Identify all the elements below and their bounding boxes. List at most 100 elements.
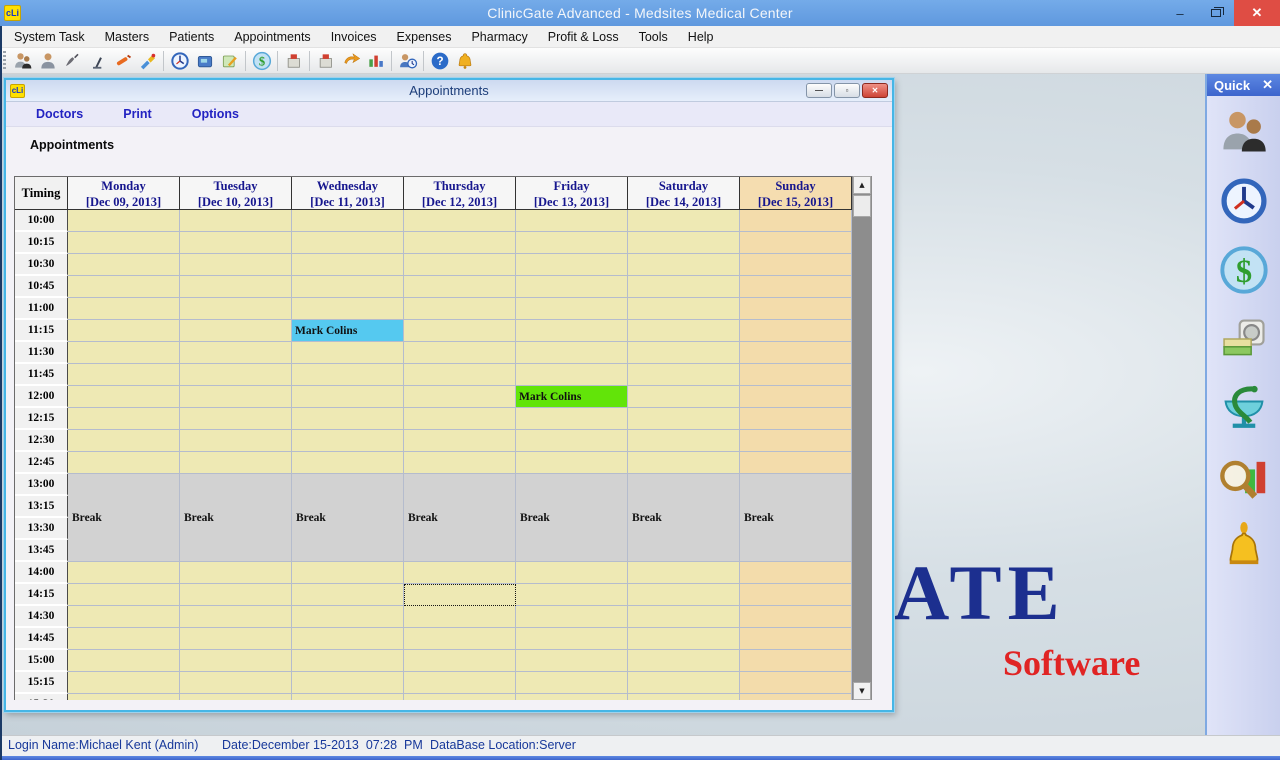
minimize-button[interactable]: – bbox=[1162, 0, 1198, 26]
time-slot-cell[interactable] bbox=[292, 276, 404, 298]
time-slot-cell[interactable] bbox=[628, 628, 740, 650]
time-slot-cell[interactable] bbox=[180, 276, 292, 298]
time-slot-cell[interactable] bbox=[516, 628, 628, 650]
quick-pharmacy-icon[interactable] bbox=[1216, 380, 1272, 436]
time-slot-cell[interactable] bbox=[516, 606, 628, 628]
billing-icon[interactable] bbox=[192, 49, 217, 72]
time-slot-cell[interactable] bbox=[292, 672, 404, 694]
time-slot-cell[interactable] bbox=[292, 298, 404, 320]
time-slot-cell[interactable] bbox=[404, 672, 516, 694]
quick-expenses-icon[interactable] bbox=[1216, 311, 1272, 367]
child-minimize-button[interactable]: — bbox=[806, 83, 832, 98]
time-slot-cell[interactable] bbox=[740, 298, 852, 320]
appts-menu-print[interactable]: Print bbox=[123, 107, 151, 121]
scroll-up-icon[interactable]: ▲ bbox=[853, 176, 871, 194]
restore-button[interactable] bbox=[1198, 0, 1234, 26]
time-slot-cell[interactable] bbox=[740, 650, 852, 672]
time-slot-cell[interactable] bbox=[740, 408, 852, 430]
time-slot-cell[interactable] bbox=[180, 364, 292, 386]
time-slot-cell[interactable] bbox=[628, 342, 740, 364]
time-slot-cell[interactable] bbox=[292, 232, 404, 254]
time-slot-cell[interactable] bbox=[292, 584, 404, 606]
time-slot-cell[interactable] bbox=[404, 386, 516, 408]
time-slot-cell[interactable] bbox=[180, 562, 292, 584]
time-slot-cell[interactable] bbox=[516, 430, 628, 452]
time-slot-cell[interactable] bbox=[404, 606, 516, 628]
menu-profit-loss[interactable]: Profit & Loss bbox=[538, 26, 629, 48]
time-slot-cell[interactable] bbox=[516, 210, 628, 232]
help-icon[interactable]: ? bbox=[427, 49, 452, 72]
doctor-icon[interactable] bbox=[35, 49, 60, 72]
time-slot-cell[interactable] bbox=[180, 232, 292, 254]
time-slot-cell[interactable] bbox=[628, 672, 740, 694]
time-slot-cell[interactable] bbox=[516, 452, 628, 474]
time-slot-cell[interactable] bbox=[68, 364, 180, 386]
time-slot-cell[interactable] bbox=[740, 254, 852, 276]
time-slot-cell[interactable] bbox=[516, 254, 628, 276]
time-slot-cell[interactable] bbox=[180, 210, 292, 232]
menu-patients[interactable]: Patients bbox=[159, 26, 224, 48]
stock-icon[interactable] bbox=[363, 49, 388, 72]
time-slot-cell[interactable] bbox=[740, 694, 852, 700]
time-slot-cell[interactable] bbox=[740, 562, 852, 584]
time-slot-cell[interactable] bbox=[516, 320, 628, 342]
time-slot-cell[interactable] bbox=[68, 298, 180, 320]
appointments-clock-icon[interactable] bbox=[167, 49, 192, 72]
expenses-icon[interactable] bbox=[281, 49, 306, 72]
time-slot-cell[interactable] bbox=[404, 320, 516, 342]
menu-expenses[interactable]: Expenses bbox=[387, 26, 462, 48]
time-slot-cell[interactable] bbox=[68, 276, 180, 298]
time-slot-cell[interactable] bbox=[740, 672, 852, 694]
time-slot-cell[interactable] bbox=[740, 276, 852, 298]
reminder-icon[interactable] bbox=[395, 49, 420, 72]
time-slot-cell[interactable] bbox=[628, 408, 740, 430]
time-slot-cell[interactable] bbox=[68, 672, 180, 694]
time-slot-cell[interactable] bbox=[516, 364, 628, 386]
child-close-button[interactable]: ✕ bbox=[862, 83, 888, 98]
time-slot-cell[interactable] bbox=[404, 452, 516, 474]
quick-reports-icon[interactable] bbox=[1216, 449, 1272, 505]
time-slot-cell[interactable] bbox=[740, 320, 852, 342]
time-slot-cell[interactable] bbox=[404, 562, 516, 584]
appointment-cell[interactable]: Mark Colins bbox=[292, 320, 404, 342]
payments-dollar-icon[interactable]: $ bbox=[249, 49, 274, 72]
time-slot-cell[interactable] bbox=[180, 430, 292, 452]
menu-help[interactable]: Help bbox=[678, 26, 724, 48]
time-slot-cell[interactable] bbox=[292, 650, 404, 672]
alerts-bell-icon[interactable] bbox=[452, 49, 477, 72]
time-slot-cell[interactable] bbox=[68, 650, 180, 672]
menu-system-task[interactable]: System Task bbox=[4, 26, 95, 48]
close-button[interactable]: ✕ bbox=[1234, 0, 1280, 26]
time-slot-cell[interactable] bbox=[180, 606, 292, 628]
time-slot-cell[interactable] bbox=[740, 342, 852, 364]
time-slot-cell[interactable] bbox=[68, 606, 180, 628]
time-slot-cell[interactable] bbox=[68, 254, 180, 276]
time-slot-cell[interactable] bbox=[628, 694, 740, 700]
time-slot-cell[interactable] bbox=[68, 430, 180, 452]
time-slot-cell[interactable] bbox=[68, 386, 180, 408]
time-slot-cell[interactable] bbox=[628, 254, 740, 276]
time-slot-cell[interactable] bbox=[404, 210, 516, 232]
appointments-titlebar[interactable]: cLi Appointments — ▫ ✕ bbox=[6, 80, 892, 102]
time-slot-cell[interactable] bbox=[68, 584, 180, 606]
time-slot-cell[interactable] bbox=[628, 210, 740, 232]
quick-invoices-icon[interactable]: $ bbox=[1216, 242, 1272, 298]
quick-patients-icon[interactable] bbox=[1216, 104, 1272, 160]
time-slot-cell[interactable] bbox=[516, 408, 628, 430]
time-slot-cell[interactable] bbox=[180, 298, 292, 320]
quick-appointments-icon[interactable] bbox=[1216, 173, 1272, 229]
time-slot-cell[interactable] bbox=[628, 452, 740, 474]
time-slot-cell[interactable] bbox=[516, 298, 628, 320]
signature-icon[interactable] bbox=[60, 49, 85, 72]
sales-return-icon[interactable] bbox=[338, 49, 363, 72]
toolbar-grip[interactable] bbox=[3, 51, 6, 71]
time-slot-cell[interactable] bbox=[404, 364, 516, 386]
time-slot-cell[interactable] bbox=[292, 210, 404, 232]
time-slot-cell[interactable] bbox=[292, 408, 404, 430]
time-slot-cell[interactable] bbox=[516, 562, 628, 584]
time-slot-cell[interactable] bbox=[292, 606, 404, 628]
time-slot-cell[interactable] bbox=[180, 452, 292, 474]
time-slot-cell[interactable] bbox=[180, 320, 292, 342]
time-slot-cell[interactable] bbox=[292, 694, 404, 700]
time-slot-cell[interactable] bbox=[404, 232, 516, 254]
